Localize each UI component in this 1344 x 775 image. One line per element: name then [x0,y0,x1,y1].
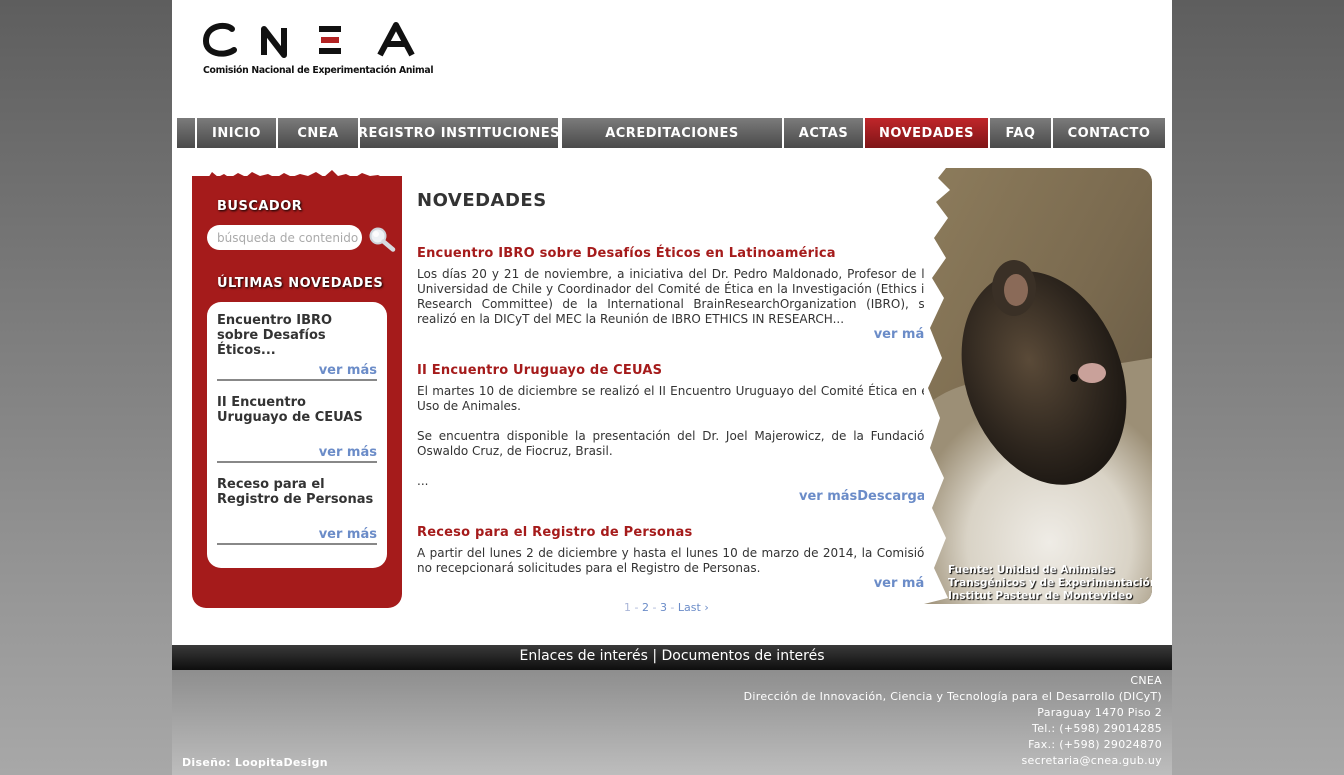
nav-cnea[interactable]: CNEA [278,118,358,148]
article-links: ver másDescargar [417,489,932,504]
search-button[interactable] [368,226,396,252]
last-page-link[interactable]: Last › [678,601,709,614]
documentos-link[interactable]: Documentos de interés [662,648,825,664]
nav-acreditaciones[interactable]: ACREDITACIONES [562,118,782,148]
nav-contacto[interactable]: CONTACTO [1053,118,1165,148]
latest-news-list: Encuentro IBRO sobre Desafíos Éticos... … [207,302,387,568]
download-link[interactable]: Descargar [857,489,932,504]
mouse-image [924,168,1152,604]
article-title[interactable]: II Encuentro Uruguayo de CEUAS [417,363,932,378]
list-item: II Encuentro Uruguayo de CEUAS ver más [217,395,377,463]
caption-line: Transgénicos y de Experimentación [948,577,1152,589]
photo-caption: Fuente: Unidad de Animales Transgénicos … [948,564,1152,603]
pager-sep: - [666,601,678,614]
ver-mas-link[interactable]: ver más [217,363,377,381]
list-item-title[interactable]: II Encuentro Uruguayo de CEUAS [217,395,377,425]
footer-links-bar: Enlaces de interés | Documentos de inter… [172,645,1172,670]
article: Encuentro IBRO sobre Desafíos Éticos en … [417,246,932,342]
search-input[interactable] [207,225,362,250]
sidebar: BUSCADOR ÚLTIMAS NOVEDADES Encuentro IBR… [192,176,402,608]
main-nav: INICIO CNEA REGISTRO INSTITUCIONES ACRED… [177,118,1165,148]
nav-inicio[interactable]: INICIO [197,118,276,148]
footer-sep: | [647,648,662,664]
article-body: A partir del lunes 2 de diciembre y hast… [417,546,932,575]
contact-line: Dirección de Innovación, Ciencia y Tecno… [743,690,1162,703]
article: II Encuentro Uruguayo de CEUAS El martes… [417,363,932,504]
article: Receso para el Registro de Personas A pa… [417,525,932,591]
article-body: ... [417,474,429,488]
article-title[interactable]: Receso para el Registro de Personas [417,525,932,540]
page-title: NOVEDADES [417,190,547,211]
nav-spacer [177,118,195,148]
pager-sep: - [631,601,642,614]
enlaces-link[interactable]: Enlaces de interés [519,648,647,664]
contact-info: CNEA Dirección de Innovación, Ciencia y … [744,673,1162,769]
article-body: Los días 20 y 21 de noviembre, a iniciat… [417,267,932,326]
ver-mas-link[interactable]: ver más [417,576,932,591]
nav-registro-instituciones[interactable]: REGISTRO INSTITUCIONES [358,118,560,148]
article-body: El martes 10 de diciembre se realizó el … [417,384,932,413]
contact-line: CNEA [1130,674,1162,687]
main-content: NOVEDADES Encuentro IBRO sobre Desafíos … [417,190,932,591]
ver-mas-link[interactable]: ver más [217,445,377,463]
latest-news-heading: ÚLTIMAS NOVEDADES [217,276,384,291]
pager-sep: - [648,601,660,614]
footer: CNEA Dirección de Innovación, Ciencia y … [172,670,1172,775]
logo-subtitle: Comisión Nacional de Experimentación Ani… [203,65,434,76]
ver-mas-link[interactable]: ver más [217,527,377,545]
list-item-title[interactable]: Encuentro IBRO sobre Desafíos Éticos... [217,313,377,358]
caption-line: Fuente: Unidad de Animales [948,564,1115,576]
page-3[interactable]: 3 [660,601,667,614]
page-2[interactable]: 2 [642,601,649,614]
cnea-logo-mark [202,22,415,58]
list-item-title[interactable]: Receso para el Registro de Personas [217,477,377,507]
list-item: Receso para el Registro de Personas ver … [217,477,377,545]
ver-mas-link[interactable]: ver más [799,489,857,504]
article-title[interactable]: Encuentro IBRO sobre Desafíos Éticos en … [417,246,932,261]
contact-line: Tel.: (+598) 29014285 [1032,722,1162,735]
magnifier-icon [369,227,396,252]
list-item: Encuentro IBRO sobre Desafíos Éticos... … [217,313,377,381]
contact-line: Fax.: (+598) 29024870 [1028,738,1162,751]
caption-line: Institut Pasteur de Montevideo [948,590,1133,602]
nav-novedades[interactable]: NOVEDADES [865,118,988,148]
mouse-photo: Fuente: Unidad de Animales Transgénicos … [924,168,1152,604]
search-heading: BUSCADOR [217,199,303,214]
nav-faq[interactable]: FAQ [990,118,1051,148]
nav-actas[interactable]: ACTAS [784,118,863,148]
article-body: Se encuentra disponible la presentación … [417,429,932,458]
contact-line: Paraguay 1470 Piso 2 [1037,706,1162,719]
pagination: 1 - 2 - 3 - Last › [624,601,709,614]
contact-email[interactable]: secretaria@cnea.gub.uy [744,753,1162,769]
design-credit[interactable]: Diseño: LoopitaDesign [182,756,328,769]
ver-mas-link[interactable]: ver más [417,327,932,342]
cnea-logo[interactable]: Comisión Nacional de Experimentación Ani… [202,20,434,80]
page-1: 1 [624,601,631,614]
